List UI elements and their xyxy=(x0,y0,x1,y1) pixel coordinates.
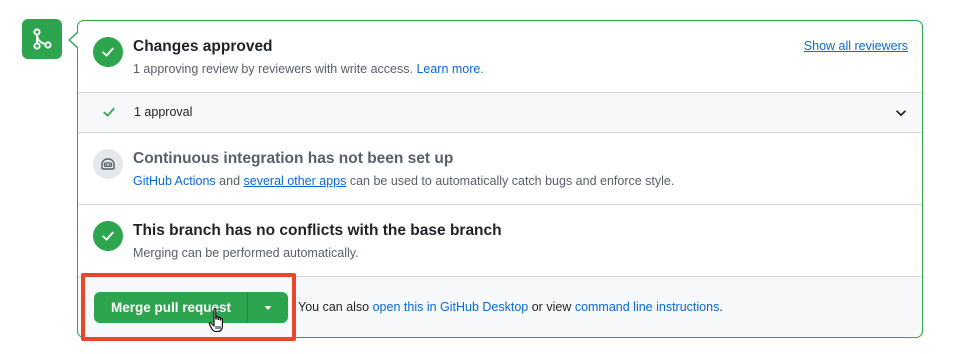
merge-note-suffix: . xyxy=(719,300,723,314)
check-icon xyxy=(102,231,114,241)
review-subtitle: 1 approving review by reviewers with wri… xyxy=(133,62,484,76)
show-all-reviewers-link[interactable]: Show all reviewers xyxy=(804,39,908,53)
chevron-down-icon[interactable] xyxy=(894,106,908,120)
review-subtitle-text: 1 approving review by reviewers with wri… xyxy=(133,62,413,76)
ci-and-text: and xyxy=(219,174,241,188)
merge-button-group: Merge pull request xyxy=(94,292,289,323)
merge-method-dropdown-button[interactable] xyxy=(247,292,289,323)
conflicts-subtitle: Merging can be performed automatically. xyxy=(133,246,359,260)
hand-pointer-icon xyxy=(208,308,223,333)
merge-note-middle: or view xyxy=(531,300,572,314)
merge-section: Merge pull request You can also open thi… xyxy=(78,277,922,337)
conflicts-title: This branch has no conflicts with the ba… xyxy=(133,222,502,239)
command-line-instructions-link[interactable]: command line instructions xyxy=(575,300,720,314)
ci-status xyxy=(93,149,123,179)
ci-subtitle: GitHub Actions and several other apps ca… xyxy=(133,174,674,188)
approvals-label: 1 approval xyxy=(134,105,193,119)
conflicts-section: This branch has no conflicts with the ba… xyxy=(78,205,922,277)
check-icon xyxy=(102,47,114,57)
merge-box: Changes approved 1 approving review by r… xyxy=(77,20,923,338)
merge-alternatives-note: You can also open this in GitHub Desktop… xyxy=(298,300,723,314)
learn-more-link[interactable]: Learn more. xyxy=(416,62,483,76)
ci-section: Continuous integration has not been set … xyxy=(78,133,922,205)
several-other-apps-link[interactable]: several other apps xyxy=(244,174,347,188)
github-actions-link[interactable]: GitHub Actions xyxy=(133,174,216,188)
panel-pointer-inner xyxy=(70,33,78,47)
ci-bot-icon xyxy=(101,158,115,170)
no-conflicts-status xyxy=(93,221,123,251)
ci-rest-text: can be used to automatically catch bugs … xyxy=(349,174,675,188)
approved-status xyxy=(93,37,123,67)
merge-status-badge xyxy=(22,19,62,59)
approvals-row[interactable]: 1 approval xyxy=(78,93,922,133)
review-status-section: Changes approved 1 approving review by r… xyxy=(78,21,922,93)
ci-title: Continuous integration has not been set … xyxy=(133,150,454,167)
review-title: Changes approved xyxy=(133,38,273,55)
open-in-github-desktop-link[interactable]: open this in GitHub Desktop xyxy=(373,300,529,314)
merge-note-prefix: You can also xyxy=(298,300,370,314)
triangle-down-icon xyxy=(264,305,272,310)
check-icon xyxy=(103,107,115,117)
git-merge-icon xyxy=(33,28,52,50)
